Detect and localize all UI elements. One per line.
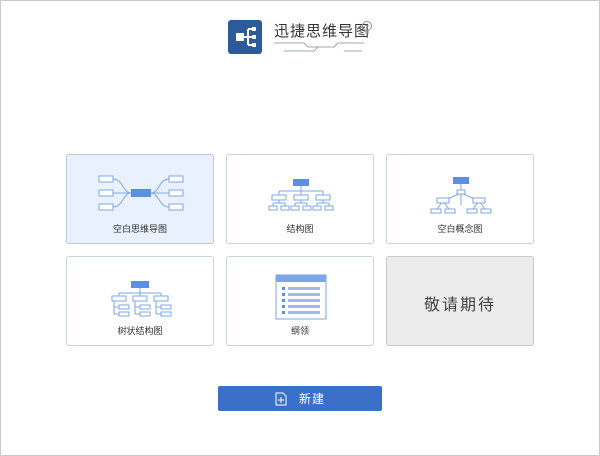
template-card-structure[interactable]: 结构图 [226,154,374,244]
new-button[interactable]: 新建 [218,386,382,411]
template-card-concept-map[interactable]: 空白概念图 [386,154,534,244]
new-button-label: 新建 [298,392,325,406]
lightbulb-icon [362,21,372,34]
structure-chart-icon [268,179,334,211]
outline-icon [275,274,327,320]
title-circuit-decoration [274,42,364,52]
template-card-outline[interactable]: 纲领 [226,256,374,346]
template-card-blank-mindmap[interactable]: 空白思维导图 [66,154,214,244]
app-logo-icon [228,20,262,54]
coming-soon-text: 敬请期待 [423,295,496,314]
template-card-tree[interactable]: 树状结构图 [66,256,214,346]
tree-chart-icon [111,281,172,317]
template-label: 纲领 [290,327,309,337]
template-card-coming-soon: 敬请期待 [386,256,534,346]
mindmap-template-icon [98,175,184,211]
new-file-icon [275,392,287,405]
template-label: 空白概念图 [437,225,483,235]
app-title: 迅捷思维导图 [274,22,371,40]
template-label: 空白思维导图 [112,225,167,235]
template-label: 树状结构图 [117,327,163,337]
template-label: 结构图 [286,225,314,235]
concept-map-icon [430,177,492,214]
